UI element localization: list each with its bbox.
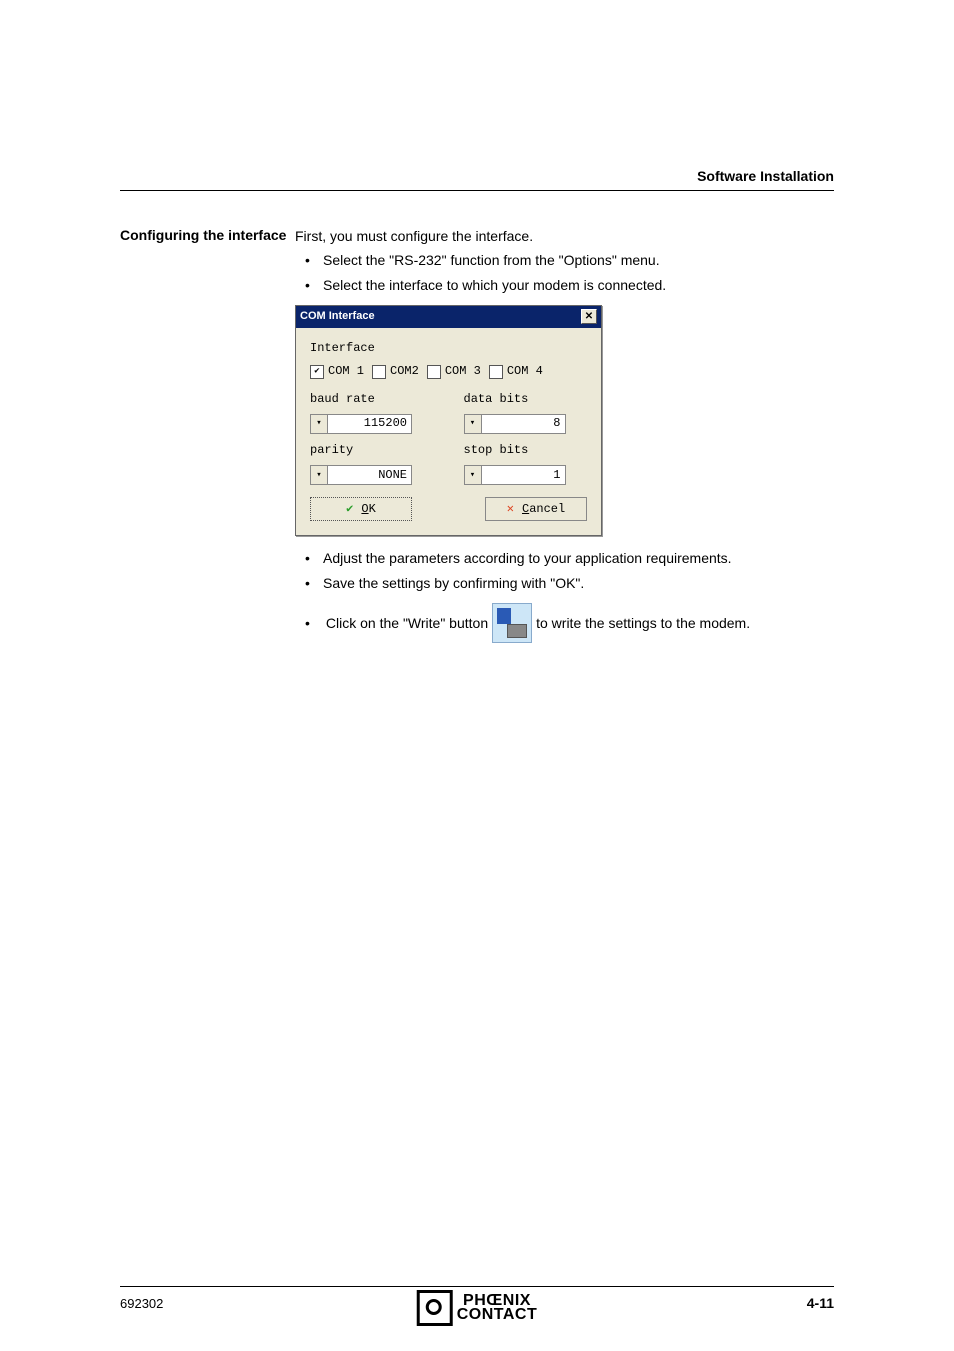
check-icon: ✔ — [346, 501, 353, 518]
dialog-titlebar: COM Interface ✕ — [296, 306, 601, 328]
cancel-button[interactable]: ✕ Cancel — [485, 497, 587, 521]
brand-logo: PHŒNIX CONTACT — [417, 1290, 538, 1326]
parity-value: NONE — [328, 466, 411, 484]
stop-bits-label: stop bits — [464, 442, 588, 459]
bullet-icon: • — [305, 613, 310, 633]
com3-checkbox[interactable]: COM 3 — [427, 363, 481, 380]
com4-checkbox[interactable]: COM 4 — [489, 363, 543, 380]
chevron-down-icon — [465, 466, 482, 484]
checkbox-label: COM 4 — [507, 363, 543, 380]
x-icon: ✕ — [507, 501, 514, 518]
com-interface-dialog: COM Interface ✕ Interface COM 1 COM2 — [295, 305, 602, 537]
baud-rate-value: 115200 — [328, 415, 411, 433]
chevron-down-icon — [465, 415, 482, 433]
baud-rate-label: baud rate — [310, 391, 434, 408]
checkbox-label: COM2 — [390, 363, 419, 380]
com2-checkbox[interactable]: COM2 — [372, 363, 419, 380]
list-item: Select the "RS-232" function from the "O… — [295, 250, 834, 270]
write-text-after: to write the settings to the modem. — [536, 613, 750, 633]
data-bits-label: data bits — [464, 391, 588, 408]
dialog-title: COM Interface — [300, 309, 375, 325]
step-list-2: Adjust the parameters according to your … — [295, 548, 834, 593]
write-button-icon — [492, 603, 532, 643]
step-list-1: Select the "RS-232" function from the "O… — [295, 250, 834, 295]
page-number: 4-11 — [807, 1295, 834, 1311]
parity-dropdown[interactable]: NONE — [310, 465, 412, 485]
checkbox-icon — [489, 365, 503, 379]
parity-label: parity — [310, 442, 434, 459]
list-item: Adjust the parameters according to your … — [295, 548, 834, 568]
checkbox-icon — [310, 365, 324, 379]
close-icon[interactable]: ✕ — [581, 309, 597, 324]
cancel-button-label: Cancel — [522, 501, 565, 518]
ok-button-label: OK — [361, 501, 375, 518]
doc-id: 692302 — [120, 1296, 163, 1311]
stop-bits-dropdown[interactable]: 1 — [464, 465, 566, 485]
list-item: Save the settings by confirming with "OK… — [295, 573, 834, 593]
chevron-down-icon — [311, 466, 328, 484]
com1-checkbox[interactable]: COM 1 — [310, 363, 364, 380]
checkbox-label: COM 1 — [328, 363, 364, 380]
interface-group-label: Interface — [310, 340, 587, 357]
com-port-row: COM 1 COM2 COM 3 COM 4 — [310, 363, 587, 380]
checkbox-icon — [427, 365, 441, 379]
data-bits-value: 8 — [482, 415, 565, 433]
margin-heading: Configuring the interface — [120, 226, 295, 643]
data-bits-dropdown[interactable]: 8 — [464, 414, 566, 434]
ok-button[interactable]: ✔ OK — [310, 497, 412, 521]
chevron-down-icon — [311, 415, 328, 433]
checkbox-icon — [372, 365, 386, 379]
write-instruction: • Click on the "Write" button to write t… — [295, 603, 834, 643]
checkbox-label: COM 3 — [445, 363, 481, 380]
brand-name-bottom: CONTACT — [457, 1308, 538, 1322]
write-text-before: Click on the "Write" button — [326, 613, 488, 633]
list-item: Select the interface to which your modem… — [295, 275, 834, 295]
section-header: Software Installation — [697, 168, 834, 184]
stop-bits-value: 1 — [482, 466, 565, 484]
baud-rate-dropdown[interactable]: 115200 — [310, 414, 412, 434]
intro-text: First, you must configure the interface. — [295, 226, 834, 246]
logo-mark-icon — [417, 1290, 453, 1326]
